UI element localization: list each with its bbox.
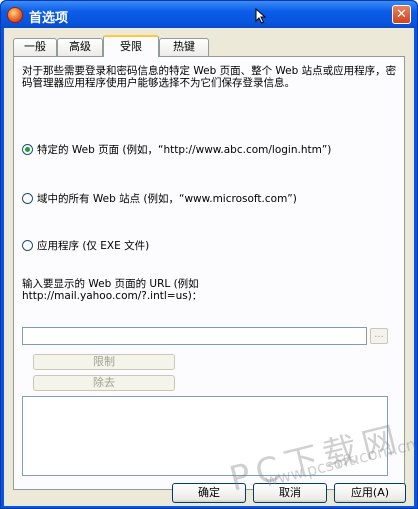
window-title: 首选项 [29, 11, 69, 26]
close-button[interactable]: ✕ [392, 5, 411, 24]
option-domain-sites[interactable]: 域中的所有 Web 站点 (例如，“www.microsoft.com”) [22, 191, 297, 206]
mouse-cursor-icon [255, 8, 267, 24]
url-prompt-line2: http://mail.yahoo.com/?.intl=us)： [22, 290, 203, 302]
app-icon [7, 7, 23, 23]
title-bar[interactable]: 首选项 ✕ [1, 1, 417, 28]
restricted-items-list[interactable] [22, 396, 388, 476]
preferences-window: 首选项 ✕ 一般 高级 受限 热键 对于那些需要登录和密码信息的特定 Web 页… [0, 0, 418, 509]
url-prompt: 输入要显示的 Web 页面的 URL (例如 http://mail.yahoo… [22, 278, 202, 302]
url-prompt-line1: 输入要显示的 Web 页面的 URL (例如 [22, 278, 199, 290]
radio-application[interactable] [22, 240, 33, 251]
radio-domain-sites[interactable] [22, 193, 33, 204]
browse-button[interactable]: ... [370, 328, 388, 344]
option-specific-page-label: 特定的 Web 页面 (例如，“http://www.abc.com/login… [37, 144, 332, 156]
dialog-client-area: 一般 高级 受限 热键 对于那些需要登录和密码信息的特定 Web 页面、整个 W… [4, 28, 414, 506]
cancel-button[interactable]: 取消 [253, 483, 327, 503]
radio-specific-page[interactable] [22, 144, 33, 155]
tab-restricted[interactable]: 受限 [103, 35, 159, 57]
option-application[interactable]: 应用程序 (仅 EXE 文件) [22, 238, 149, 253]
restricted-tab-panel: 对于那些需要登录和密码信息的特定 Web 页面、整个 Web 站点或应用程序，密… [13, 56, 405, 490]
tab-hotkeys[interactable]: 热键 [159, 38, 209, 56]
apply-button[interactable]: 应用(A) [334, 483, 406, 503]
remove-button[interactable]: 除去 [33, 375, 175, 391]
tab-advanced[interactable]: 高级 [57, 38, 103, 56]
restrict-button[interactable]: 限制 [33, 354, 175, 370]
option-specific-page[interactable]: 特定的 Web 页面 (例如，“http://www.abc.com/login… [22, 142, 331, 157]
url-input[interactable] [22, 327, 367, 345]
option-domain-sites-label: 域中的所有 Web 站点 (例如，“www.microsoft.com”) [37, 193, 297, 205]
restriction-description: 对于那些需要登录和密码信息的特定 Web 页面、整个 Web 站点或应用程序，密… [22, 65, 397, 89]
option-application-label: 应用程序 (仅 EXE 文件) [37, 240, 150, 252]
ok-button[interactable]: 确定 [172, 483, 246, 503]
tab-general[interactable]: 一般 [13, 38, 57, 56]
